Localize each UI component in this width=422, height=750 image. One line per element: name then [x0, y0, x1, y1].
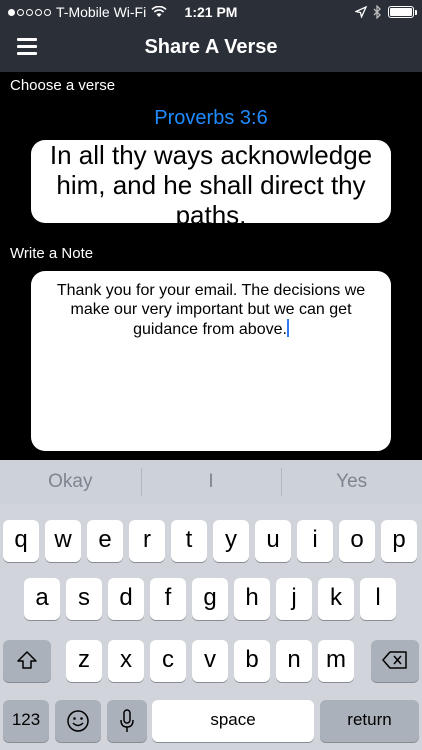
microphone-icon [120, 709, 134, 732]
key-r[interactable]: r [129, 520, 165, 562]
navigation-bar: Share A Verse [0, 24, 422, 72]
key-p[interactable]: p [381, 520, 417, 562]
key-m[interactable]: m [318, 640, 354, 682]
key-g[interactable]: g [192, 578, 228, 620]
note-text: Thank you for your email. The decisions … [56, 282, 366, 338]
key-x[interactable]: x [108, 640, 144, 682]
text-cursor [286, 319, 289, 337]
numbers-key[interactable]: 123 [3, 700, 49, 742]
key-n[interactable]: n [276, 640, 312, 682]
key-e[interactable]: e [87, 520, 123, 562]
location-arrow-icon [355, 6, 367, 18]
battery-icon [388, 6, 417, 18]
key-f[interactable]: f [150, 578, 186, 620]
key-h[interactable]: h [234, 578, 270, 620]
key-d[interactable]: d [108, 578, 144, 620]
key-y[interactable]: y [213, 520, 249, 562]
key-z[interactable]: z [66, 640, 102, 682]
key-u[interactable]: u [255, 520, 291, 562]
microphone-key[interactable] [107, 700, 147, 742]
verse-text-box[interactable]: In all thy ways acknowledge him, and he … [31, 140, 391, 223]
note-text-area[interactable]: Thank you for your email. The decisions … [31, 271, 391, 451]
key-o[interactable]: o [339, 520, 375, 562]
key-c[interactable]: c [150, 640, 186, 682]
write-note-label: Write a Note [10, 245, 94, 262]
suggestion-okay[interactable]: Okay [0, 460, 141, 504]
key-j[interactable]: j [276, 578, 312, 620]
key-k[interactable]: k [318, 578, 354, 620]
keyboard: Okay I Yes q w e r t y u i o p a s d f g… [0, 460, 422, 750]
choose-verse-label: Choose a verse [10, 77, 116, 94]
key-l[interactable]: l [360, 578, 396, 620]
shift-key[interactable] [3, 640, 51, 682]
verse-reference-link[interactable]: Proverbs 3:6 [0, 107, 422, 130]
status-bar: T-Mobile Wi-Fi 1:21 PM [0, 0, 422, 24]
space-key[interactable]: space [152, 700, 314, 742]
return-key[interactable]: return [320, 700, 419, 742]
bluetooth-icon [373, 5, 381, 19]
key-a[interactable]: a [24, 578, 60, 620]
key-t[interactable]: t [171, 520, 207, 562]
key-s[interactable]: s [66, 578, 102, 620]
key-q[interactable]: q [3, 520, 39, 562]
key-b[interactable]: b [234, 640, 270, 682]
emoji-icon [67, 710, 89, 732]
emoji-key[interactable] [55, 700, 101, 742]
shift-icon [17, 651, 37, 669]
key-i[interactable]: i [297, 520, 333, 562]
suggestion-i[interactable]: I [140, 460, 282, 504]
delete-key[interactable] [371, 640, 419, 682]
backspace-icon [382, 651, 407, 669]
suggestion-yes[interactable]: Yes [281, 460, 422, 504]
key-w[interactable]: w [45, 520, 81, 562]
page-title: Share A Verse [144, 36, 278, 58]
status-right [355, 5, 417, 19]
key-v[interactable]: v [192, 640, 228, 682]
suggestion-bar: Okay I Yes [0, 460, 422, 504]
